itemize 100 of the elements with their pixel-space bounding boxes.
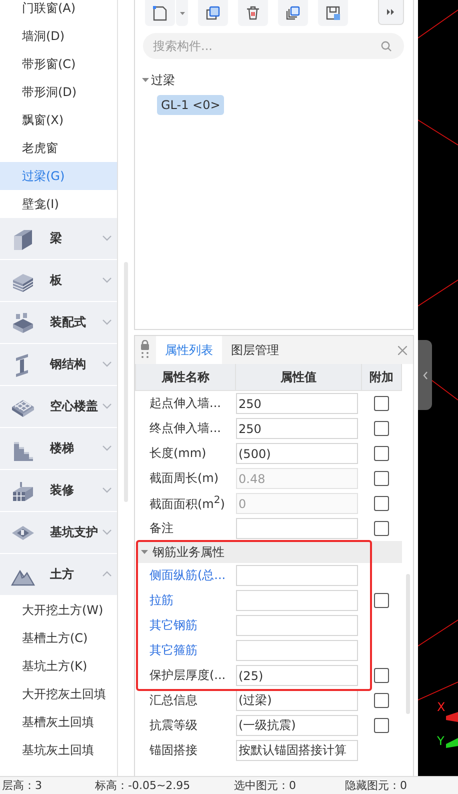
copy-button[interactable] [198,0,228,26]
chevron-down-icon [102,529,112,535]
property-value-field[interactable] [236,565,358,586]
property-value-field[interactable]: 按默认锚固搭接计算 [236,740,358,761]
property-name: 起点伸入墙... [150,395,221,412]
property-name: 其它钢筋 [150,617,198,634]
chevron-down-icon [102,235,112,241]
lock-icon [139,340,151,360]
category-button[interactable]: 板 [50,272,62,289]
sidebar-item[interactable]: 飘窗(X) [0,106,117,134]
search-icon [381,41,392,52]
property-name: 备注 [150,520,174,537]
panel-tab[interactable]: 属性列表 [156,336,222,364]
axis-label: X [437,700,446,714]
property-value-field[interactable]: (一级抗震) [236,715,358,736]
chevron-left-icon [422,370,428,380]
copy-icon [205,5,221,21]
property-value-field[interactable]: (25) [236,665,358,686]
checkbox[interactable] [374,668,389,684]
category-button[interactable]: 装配式 [50,314,86,331]
property-value-field[interactable]: 250 [236,418,358,439]
save-button[interactable] [318,0,348,26]
collapse-handle[interactable] [418,340,432,410]
category-button[interactable]: 装修 [50,482,74,499]
chevron-down-icon [102,319,112,325]
property-name: 终点伸入墙... [150,420,221,437]
property-name: 侧面纵筋(总... [150,567,226,584]
sidebar-item[interactable]: 门联窗(A) [0,0,117,22]
property-value-field[interactable] [236,640,358,661]
chevron-down-icon [102,403,112,409]
checkbox[interactable] [374,396,389,412]
delete-button[interactable] [238,0,268,26]
sidebar-item[interactable]: 基坑土方(K) [0,652,117,680]
chevron-up-icon [102,571,112,577]
checkbox[interactable] [374,446,389,462]
layers-icon [285,5,301,21]
category-button[interactable]: 钢结构 [50,356,86,373]
sidebar-item[interactable]: 大开挖土方(W) [0,596,117,624]
chevron-down-icon [102,277,112,283]
property-value-field[interactable] [236,590,358,611]
collapse-triangle-icon [140,550,148,554]
property-value-field[interactable]: 250 [236,393,358,414]
sidebar-item[interactable]: 墙洞(D) [0,22,117,50]
sidebar-item[interactable]: 带形窗(C) [0,50,117,78]
status-text: 标高：-0.05~2.95 [95,778,192,793]
checkbox[interactable] [374,718,389,734]
sidebar-item[interactable]: 老虎窗 [0,134,117,162]
status-text: 隐藏图元：0 [345,778,408,793]
category-button[interactable]: 土方 [50,566,74,583]
tree-item[interactable]: GL-1 <0> [157,95,224,115]
chevron-down-icon [102,361,112,367]
category-button[interactable]: 空心楼盖 [50,398,98,415]
status-text: 层高：3 [1,778,43,793]
sidebar-item[interactable]: 基槽灰土回填 [0,708,117,736]
caret-icon [180,12,184,14]
double-arrow-icon [387,9,395,15]
checkbox[interactable] [374,693,389,708]
duplicate-button[interactable] [278,0,308,26]
sidebar-item[interactable]: 基槽土方(C) [0,624,117,652]
column-header: 属性值 [236,364,362,390]
sidebar-item[interactable]: 壁龛(I) [0,190,117,218]
checkbox[interactable] [374,521,389,536]
search-field[interactable]: 搜索构件... [143,33,404,59]
property-value-field[interactable]: (过梁) [236,690,358,711]
property-name: 长度(mm) [150,445,206,462]
checkbox[interactable] [374,421,389,436]
close-button[interactable] [398,346,407,354]
checkbox[interactable] [374,593,389,608]
new-file-icon [152,5,168,21]
property-name: 保护层厚度(... [150,667,226,684]
property-name: 截面面积(m$^{2}$) [150,494,225,512]
property-name: 锚固搭接 [150,742,198,759]
more-button[interactable] [378,0,404,25]
category-button[interactable]: 梁 [50,230,62,247]
property-name: 截面周长(m) [150,470,219,487]
axis-label: Y [437,734,444,748]
sidebar-item[interactable]: 带形洞(D) [0,78,117,106]
column-header: 附加 [362,364,402,390]
property-name: 抗震等级 [150,717,198,734]
property-value-field[interactable] [236,615,358,636]
new-component-button[interactable] [145,0,175,26]
sidebar-item[interactable]: 基坑灰土回填 [0,736,117,764]
trash-icon [245,5,261,21]
property-name: 拉筋 [150,592,174,609]
property-name: 汇总信息 [150,692,198,709]
category-button[interactable]: 基坑支护 [50,524,98,541]
category-button[interactable]: 楼梯 [50,440,74,457]
save-icon [325,5,341,21]
panel-tab[interactable]: 图层管理 [222,336,288,364]
status-text: 选中图元：0 [234,778,297,793]
property-value-field[interactable]: (500) [236,443,358,464]
sidebar-item[interactable]: 大开挖灰土回填 [0,680,117,708]
tree-node[interactable]: 过梁 [151,72,175,89]
chevron-down-icon [102,445,112,451]
chevron-down-icon [102,487,112,493]
collapse-triangle-icon [142,78,149,83]
column-header: 属性名称 [136,364,236,390]
property-name: 其它箍筋 [150,642,198,659]
property-value-field[interactable] [236,518,358,539]
close-icon [398,346,407,354]
